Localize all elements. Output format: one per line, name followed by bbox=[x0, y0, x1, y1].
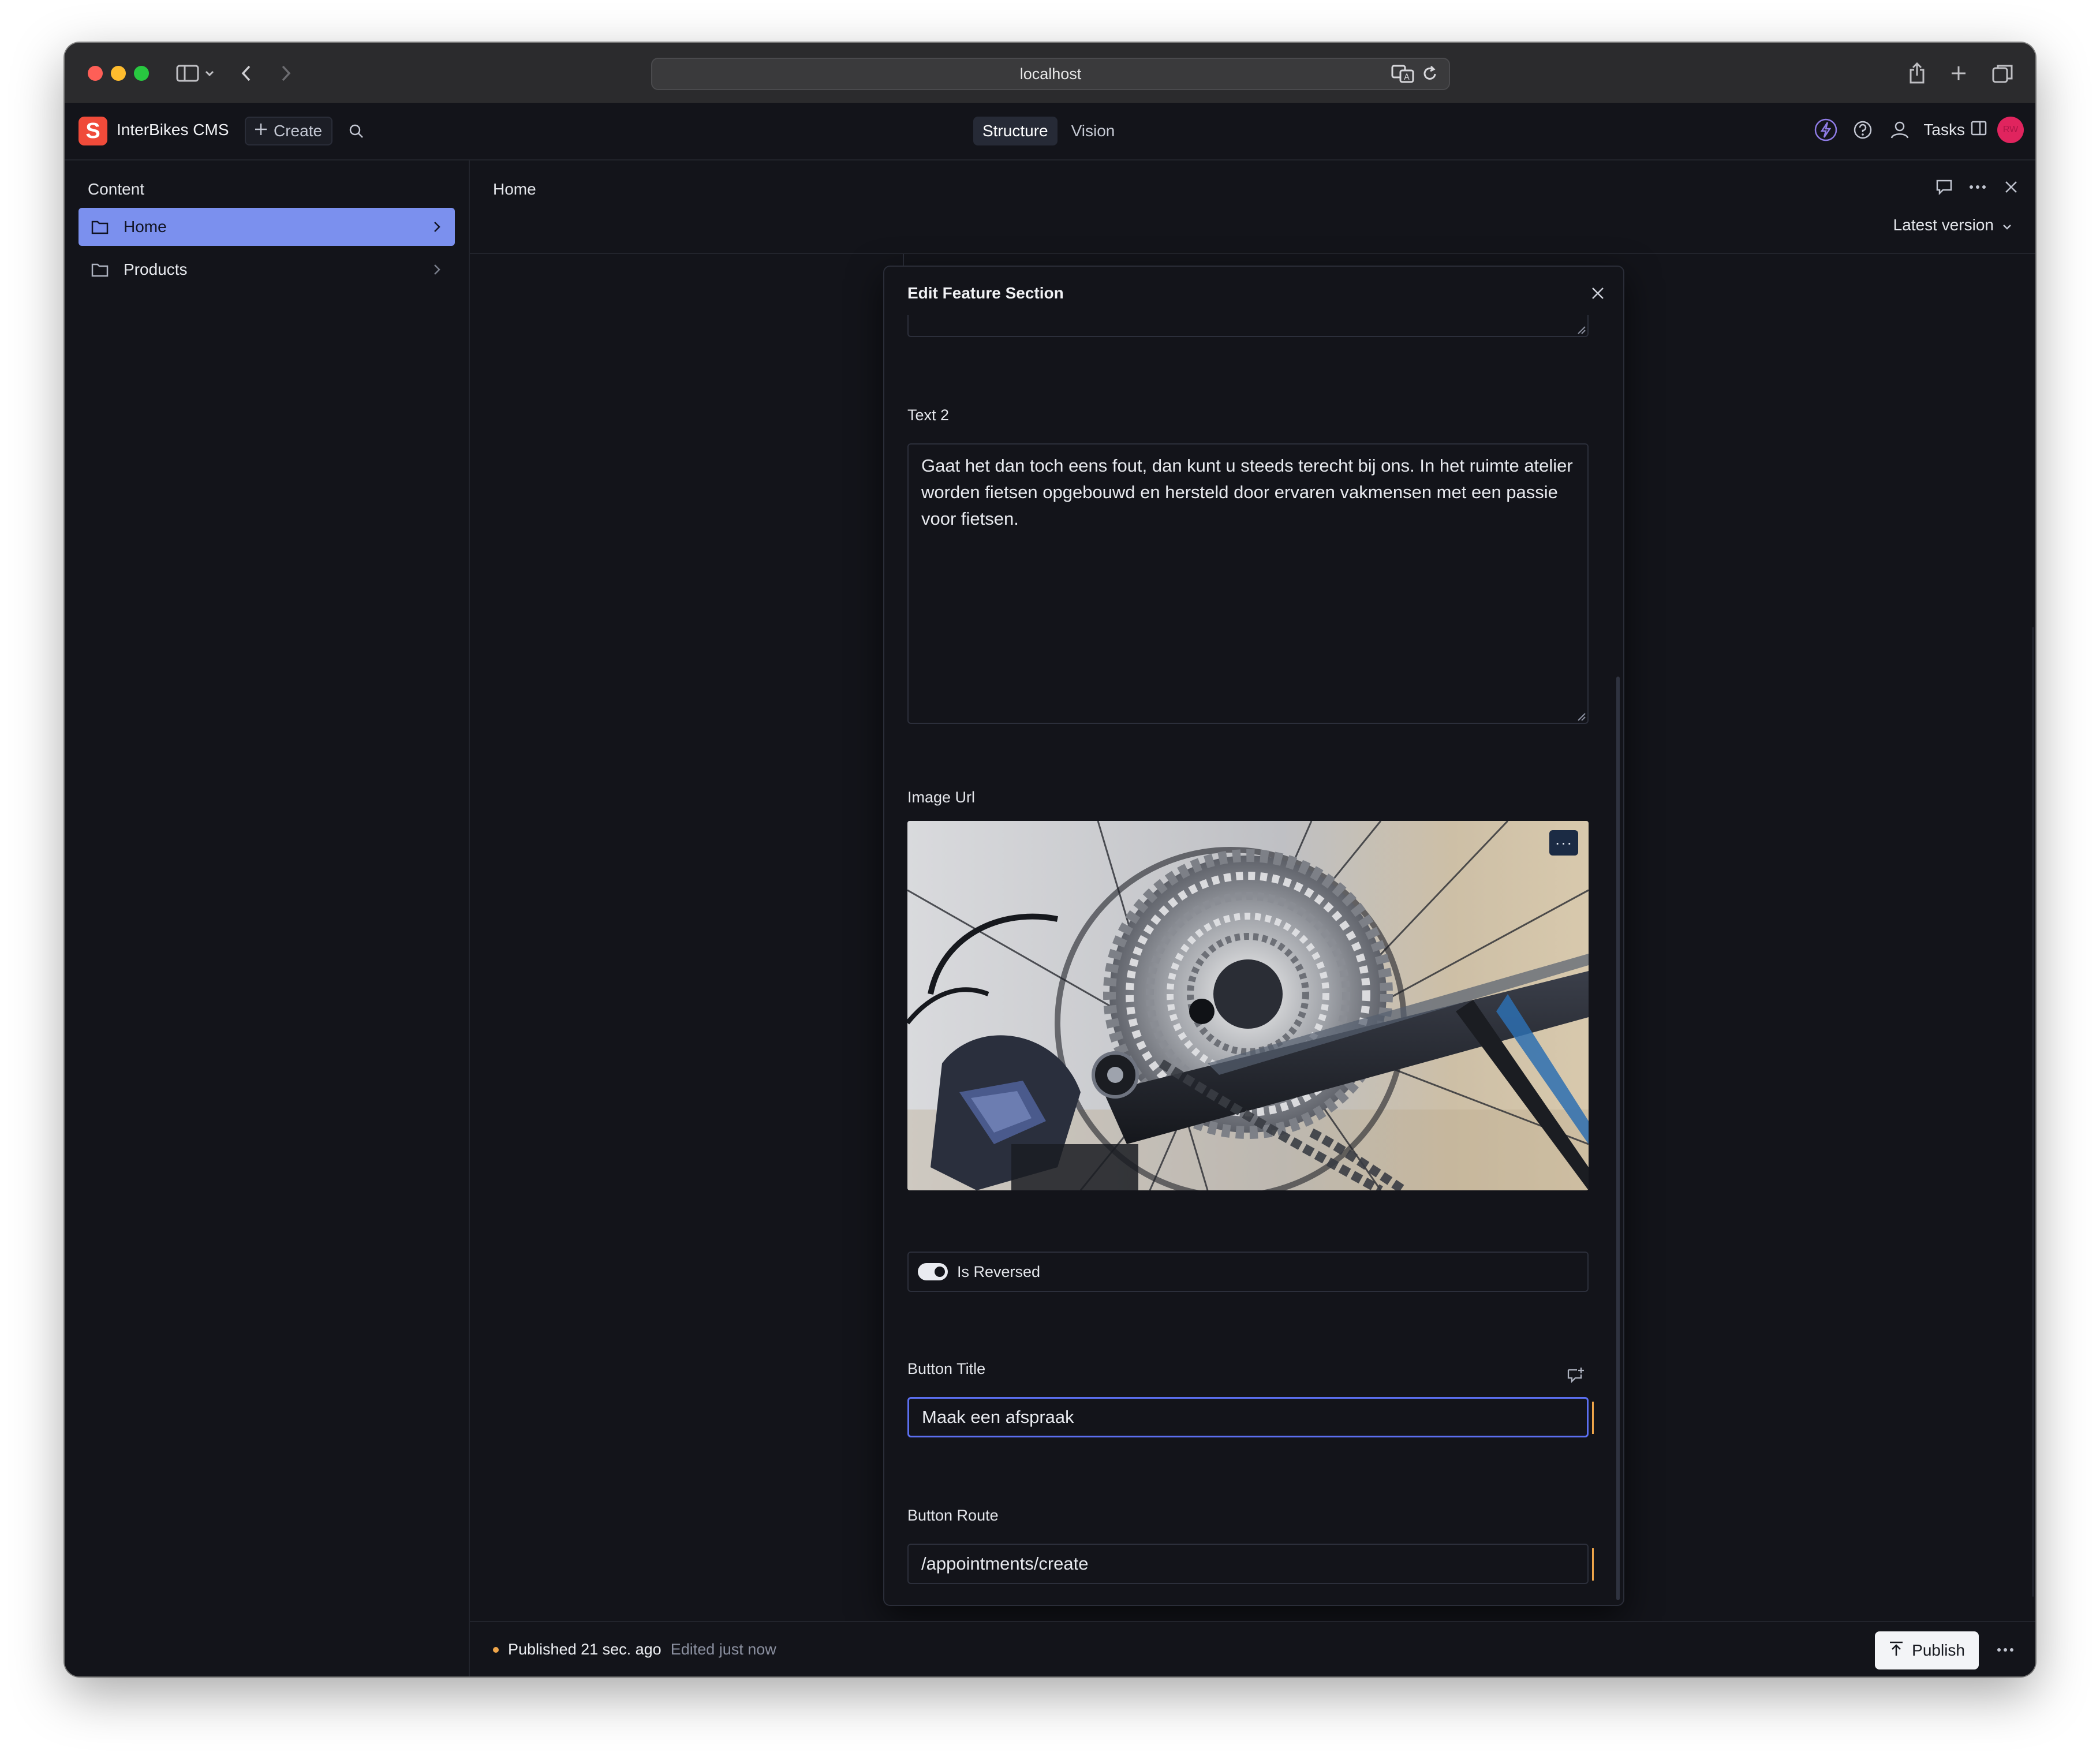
text2-label: Text 2 bbox=[907, 406, 950, 424]
image-preview[interactable]: ··· bbox=[907, 821, 1589, 1190]
publish-button[interactable]: Publish bbox=[1875, 1631, 1979, 1669]
publish-icon bbox=[1889, 1641, 1904, 1661]
browser-window: localhost A S InterBikes CMS Create Stru… bbox=[65, 43, 2035, 1676]
address-bar[interactable]: localhost A bbox=[651, 58, 1450, 90]
tab-overview-icon[interactable] bbox=[1989, 60, 2016, 87]
tasks-label: Tasks bbox=[1923, 121, 1965, 139]
reload-icon[interactable] bbox=[1421, 64, 1438, 88]
search-icon[interactable] bbox=[343, 118, 369, 144]
svg-text:A: A bbox=[1404, 73, 1410, 82]
content-sidebar: Content Home Products bbox=[65, 160, 470, 1676]
pane-header: Home Latest version bbox=[470, 160, 2035, 254]
add-comment-icon[interactable] bbox=[1564, 1364, 1587, 1387]
sidebar-item-products[interactable]: Products bbox=[79, 251, 455, 289]
create-label: Create bbox=[274, 122, 323, 140]
forward-icon[interactable] bbox=[272, 60, 299, 87]
dialog-title: Edit Feature Section bbox=[907, 284, 1064, 302]
chevron-down-icon[interactable] bbox=[201, 60, 218, 87]
status-dot bbox=[493, 1646, 499, 1653]
tab-vision[interactable]: Vision bbox=[1062, 117, 1124, 145]
pane-scrollbar[interactable] bbox=[2032, 627, 2034, 1597]
help-icon[interactable] bbox=[1849, 117, 1876, 143]
pane-actions bbox=[1931, 174, 2024, 200]
image-url-label: Image Url bbox=[907, 789, 976, 806]
new-tab-icon[interactable] bbox=[1945, 60, 1972, 87]
browser-toolbar: localhost A bbox=[65, 43, 2035, 104]
sidebar-item-label: Products bbox=[124, 260, 188, 278]
change-indicator bbox=[1592, 1402, 1594, 1434]
minimize-window-button[interactable] bbox=[111, 66, 126, 81]
folder-icon bbox=[90, 260, 110, 279]
sidebar-item-home[interactable]: Home bbox=[79, 208, 455, 246]
document-status: Published 21 sec. ago Edited just now bbox=[493, 1641, 776, 1659]
button-title-value: Maak een afspraak bbox=[922, 1407, 1074, 1427]
version-select[interactable]: Latest version bbox=[1893, 216, 2012, 234]
document-pane: Home Latest version Edit Feature Section… bbox=[470, 160, 2035, 1676]
close-pane-icon[interactable] bbox=[1998, 174, 2024, 200]
tasks-button[interactable]: Tasks bbox=[1923, 121, 1987, 140]
button-route-value: /appointments/create bbox=[921, 1553, 1089, 1574]
avatar[interactable]: RW bbox=[1997, 117, 2024, 143]
bicycle-cassette-image bbox=[907, 821, 1589, 1190]
chevron-right-icon bbox=[427, 217, 447, 237]
comment-icon[interactable] bbox=[1931, 174, 1957, 200]
sidebar-toggle-icon[interactable] bbox=[174, 60, 201, 87]
users-icon[interactable] bbox=[1886, 117, 1913, 143]
sidebar-title: Content bbox=[88, 180, 145, 198]
edited-status: Edited just now bbox=[670, 1641, 776, 1658]
dialog-scrollbar[interactable] bbox=[1616, 677, 1620, 1600]
tab-structure[interactable]: Structure bbox=[973, 117, 1058, 145]
more-options-icon[interactable] bbox=[1965, 174, 1990, 200]
panel-icon bbox=[1971, 121, 1987, 140]
pane-title: Home bbox=[493, 180, 536, 198]
toggle-knob bbox=[935, 1267, 945, 1277]
is-reversed-label: Is Reversed bbox=[957, 1263, 1041, 1280]
app-header: S InterBikes CMS Create Structure Vision bbox=[65, 103, 2035, 160]
tool-switcher: Structure Vision bbox=[973, 117, 1124, 145]
button-route-label: Button Route bbox=[907, 1507, 999, 1524]
header-actions: Tasks RW bbox=[1813, 117, 2024, 143]
bolt-icon[interactable] bbox=[1813, 117, 1839, 143]
sidebar-item-label: Home bbox=[124, 218, 167, 236]
close-icon[interactable] bbox=[1585, 281, 1611, 306]
is-reversed-toggle[interactable] bbox=[918, 1263, 948, 1280]
share-icon[interactable] bbox=[1904, 60, 1930, 87]
edit-feature-dialog: Edit Feature Section Text 2 Gaat het dan… bbox=[883, 266, 1624, 1606]
resize-handle-icon[interactable] bbox=[1576, 711, 1586, 722]
translate-icon[interactable]: A bbox=[1391, 64, 1414, 88]
button-title-input[interactable]: Maak een afspraak bbox=[907, 1397, 1589, 1437]
text2-value: Gaat het dan toch eens fout, dan kunt u … bbox=[921, 455, 1573, 529]
text2-textarea[interactable]: Gaat het dan toch eens fout, dan kunt u … bbox=[907, 443, 1589, 724]
resize-handle-icon[interactable] bbox=[1576, 324, 1586, 335]
version-label: Latest version bbox=[1893, 216, 1994, 234]
plus-icon bbox=[254, 122, 268, 140]
back-icon[interactable] bbox=[233, 60, 260, 87]
image-options-button[interactable]: ··· bbox=[1549, 830, 1578, 856]
change-indicator bbox=[1592, 1548, 1594, 1581]
close-window-button[interactable] bbox=[88, 66, 103, 81]
chevron-down-icon bbox=[2002, 216, 2012, 234]
previous-textarea[interactable] bbox=[907, 315, 1589, 337]
app-title[interactable]: InterBikes CMS bbox=[117, 121, 229, 139]
button-route-input[interactable]: /appointments/create bbox=[907, 1544, 1589, 1584]
studio-logo[interactable]: S bbox=[79, 117, 107, 145]
folder-icon bbox=[90, 217, 110, 237]
more-actions-icon[interactable] bbox=[1989, 1634, 2021, 1666]
published-status: Published 21 sec. ago bbox=[508, 1641, 662, 1658]
button-title-label: Button Title bbox=[907, 1360, 986, 1377]
zoom-window-button[interactable] bbox=[134, 66, 149, 81]
is-reversed-field[interactable]: Is Reversed bbox=[907, 1252, 1589, 1292]
create-button[interactable]: Create bbox=[245, 117, 333, 145]
publish-label: Publish bbox=[1912, 1641, 1965, 1659]
chevron-right-icon bbox=[427, 260, 447, 279]
document-footer: Published 21 sec. ago Edited just now Pu… bbox=[470, 1621, 2035, 1676]
url-text: localhost bbox=[1019, 65, 1082, 83]
